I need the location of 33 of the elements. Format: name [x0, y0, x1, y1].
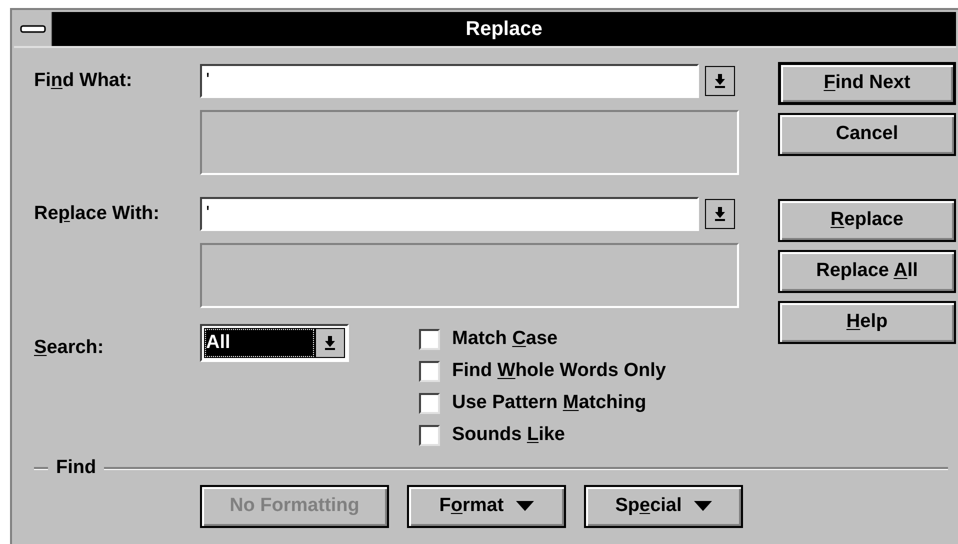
dialog-button[interactable]: Help — [778, 301, 956, 344]
menu-button[interactable]: Format — [407, 484, 566, 528]
field-label: Find What: — [34, 68, 134, 93]
checkbox-option[interactable]: Match Case — [419, 328, 666, 350]
caret-icon — [516, 501, 534, 511]
checkbox-option[interactable]: Use Pattern Matching — [419, 392, 666, 414]
menu-button[interactable]: Special — [584, 484, 743, 528]
dropdown-button[interactable] — [705, 66, 735, 96]
dialog-button[interactable]: Replace — [778, 199, 956, 242]
find-what-field[interactable]: ' — [200, 64, 699, 98]
dialog-button[interactable]: Cancel — [778, 113, 956, 156]
select-value: All — [204, 328, 315, 358]
window-title: Replace — [466, 17, 542, 42]
checkbox-option[interactable]: Find Whole Words Only — [419, 360, 666, 382]
dialog-button[interactable]: Replace All — [778, 250, 956, 293]
minus-icon — [20, 25, 46, 33]
search-label: Search: — [34, 336, 105, 360]
group-label: Find — [55, 456, 98, 480]
dropdown-button[interactable] — [315, 328, 345, 358]
down-arrow-icon — [324, 336, 336, 350]
checkbox[interactable] — [419, 360, 440, 382]
dialog-button[interactable]: Find Next — [778, 62, 956, 105]
dropdown-button[interactable] — [705, 199, 735, 229]
checkbox[interactable] — [419, 328, 440, 350]
search-select[interactable]: All — [200, 324, 349, 362]
checkbox[interactable] — [419, 392, 440, 414]
down-arrow-icon — [714, 74, 726, 88]
down-arrow-icon — [714, 207, 726, 221]
replace-with-field[interactable]: ' — [200, 197, 699, 231]
field-label: Replace With: — [34, 202, 160, 226]
checkbox[interactable] — [419, 424, 440, 446]
caret-icon — [694, 501, 712, 511]
checkbox-option[interactable]: Sounds Like — [419, 424, 666, 446]
